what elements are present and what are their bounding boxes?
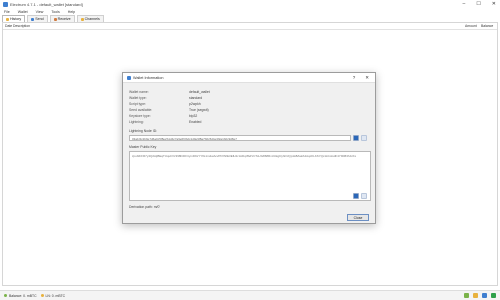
lightning-node-label: Lightning Node ID:: [129, 129, 158, 133]
master-key-copy-icon[interactable]: [361, 193, 367, 199]
receive-icon: [53, 17, 57, 21]
info-value: p2wpkh: [189, 102, 201, 106]
info-label: Script type:: [129, 102, 146, 106]
derivation-path-text: Derivation path: m/0': [129, 205, 160, 209]
lightning-dot-icon: [40, 294, 44, 297]
table-header: Date Description Amount Balance: [3, 23, 497, 30]
copy-icon[interactable]: [361, 135, 367, 141]
send-icon: [31, 17, 35, 21]
status-bar: Balance: 0. mBTC LN: 0. mBTC: [0, 290, 500, 300]
status-dot-icon: [4, 294, 7, 297]
lightning-text: LN: 0. mBTC: [45, 293, 66, 298]
close-window-button[interactable]: ✕: [492, 1, 496, 7]
network-icon[interactable]: [491, 293, 496, 298]
info-value: Enabled: [189, 120, 202, 124]
menu-tools[interactable]: Tools: [51, 10, 59, 14]
dialog-close-icon[interactable]: ✕: [365, 75, 369, 81]
info-label: Wallet type:: [129, 96, 147, 100]
wallet-info-dialog: Wallet Information ? ✕ Wallet name: defa…: [122, 72, 376, 224]
tab-history[interactable]: History: [2, 15, 26, 22]
lightning-node-field[interactable]: 03a1f4c2b9e7d6a0c5f8e2b1d4c7a9e6f3b2c1d0…: [129, 135, 351, 141]
menu-help[interactable]: Help: [68, 10, 75, 14]
info-label: Wallet name:: [129, 90, 149, 94]
maximize-button[interactable]: ☐: [476, 1, 480, 7]
close-button[interactable]: Close: [347, 214, 369, 221]
help-button[interactable]: ?: [353, 75, 356, 81]
tab-history-label: History: [10, 17, 22, 21]
tab-send-label: Send: [35, 17, 44, 21]
menu-wallet[interactable]: Wallet: [18, 10, 28, 14]
column-description[interactable]: Description: [13, 24, 465, 28]
column-amount[interactable]: Amount: [465, 24, 481, 28]
master-public-key-field[interactable]: zpub6rFR7y4Q2AijBEqTUquhVz398htDFrtymD9x…: [129, 151, 371, 201]
lightning-status: LN: 0. mBTC: [40, 293, 66, 298]
balance-text: Balance: 0. mBTC: [9, 293, 37, 298]
password-icon[interactable]: [464, 293, 469, 298]
status-icons: [464, 293, 496, 298]
dialog-titlebar: Wallet Information ? ✕: [123, 73, 375, 83]
info-label: Lightning:: [129, 120, 144, 124]
tab-channels[interactable]: Channels: [76, 15, 104, 22]
info-row: Lightning: Enabled: [129, 119, 289, 125]
info-value: True (segwit): [189, 108, 209, 112]
dialog-title: Wallet Information: [133, 75, 164, 80]
master-key-label: Master Public Key: [129, 145, 157, 149]
seed-icon[interactable]: [482, 293, 487, 298]
menu-view[interactable]: View: [36, 10, 44, 14]
tab-send[interactable]: Send: [27, 15, 48, 22]
tab-receive[interactable]: Receive: [49, 15, 75, 22]
info-value: standard: [189, 96, 203, 100]
app-icon: [3, 2, 8, 7]
window-title: Electrum 4.7.1 - default_wallet [standar…: [10, 2, 83, 7]
tab-bar: History Send Receive Channels: [2, 15, 104, 22]
info-value: default_wallet: [189, 90, 210, 94]
preferences-icon[interactable]: [473, 293, 478, 298]
dialog-app-icon: [127, 75, 131, 80]
info-label: Keystore type:: [129, 114, 151, 118]
tab-receive-label: Receive: [57, 17, 71, 21]
window-controls: – ☐ ✕: [463, 1, 496, 7]
lightning-icon: [80, 17, 84, 21]
qr-code-icon[interactable]: [353, 135, 359, 141]
column-date[interactable]: Date: [3, 24, 13, 28]
menu-file[interactable]: File: [4, 10, 10, 14]
info-label: Seed available:: [129, 108, 153, 112]
info-value: bip32: [189, 114, 198, 118]
dialog-controls: ? ✕: [353, 75, 369, 81]
title-bar: Electrum 4.7.1 - default_wallet [standar…: [0, 0, 500, 9]
column-balance[interactable]: Balance: [481, 24, 497, 28]
history-icon: [6, 17, 9, 21]
wallet-info-table: Wallet name: default_wallet Wallet type:…: [129, 89, 289, 125]
minimize-button[interactable]: –: [463, 1, 466, 7]
master-key-qr-icon[interactable]: [353, 193, 359, 199]
balance-status: Balance: 0. mBTC: [4, 294, 37, 298]
tab-channels-label: Channels: [84, 17, 100, 21]
